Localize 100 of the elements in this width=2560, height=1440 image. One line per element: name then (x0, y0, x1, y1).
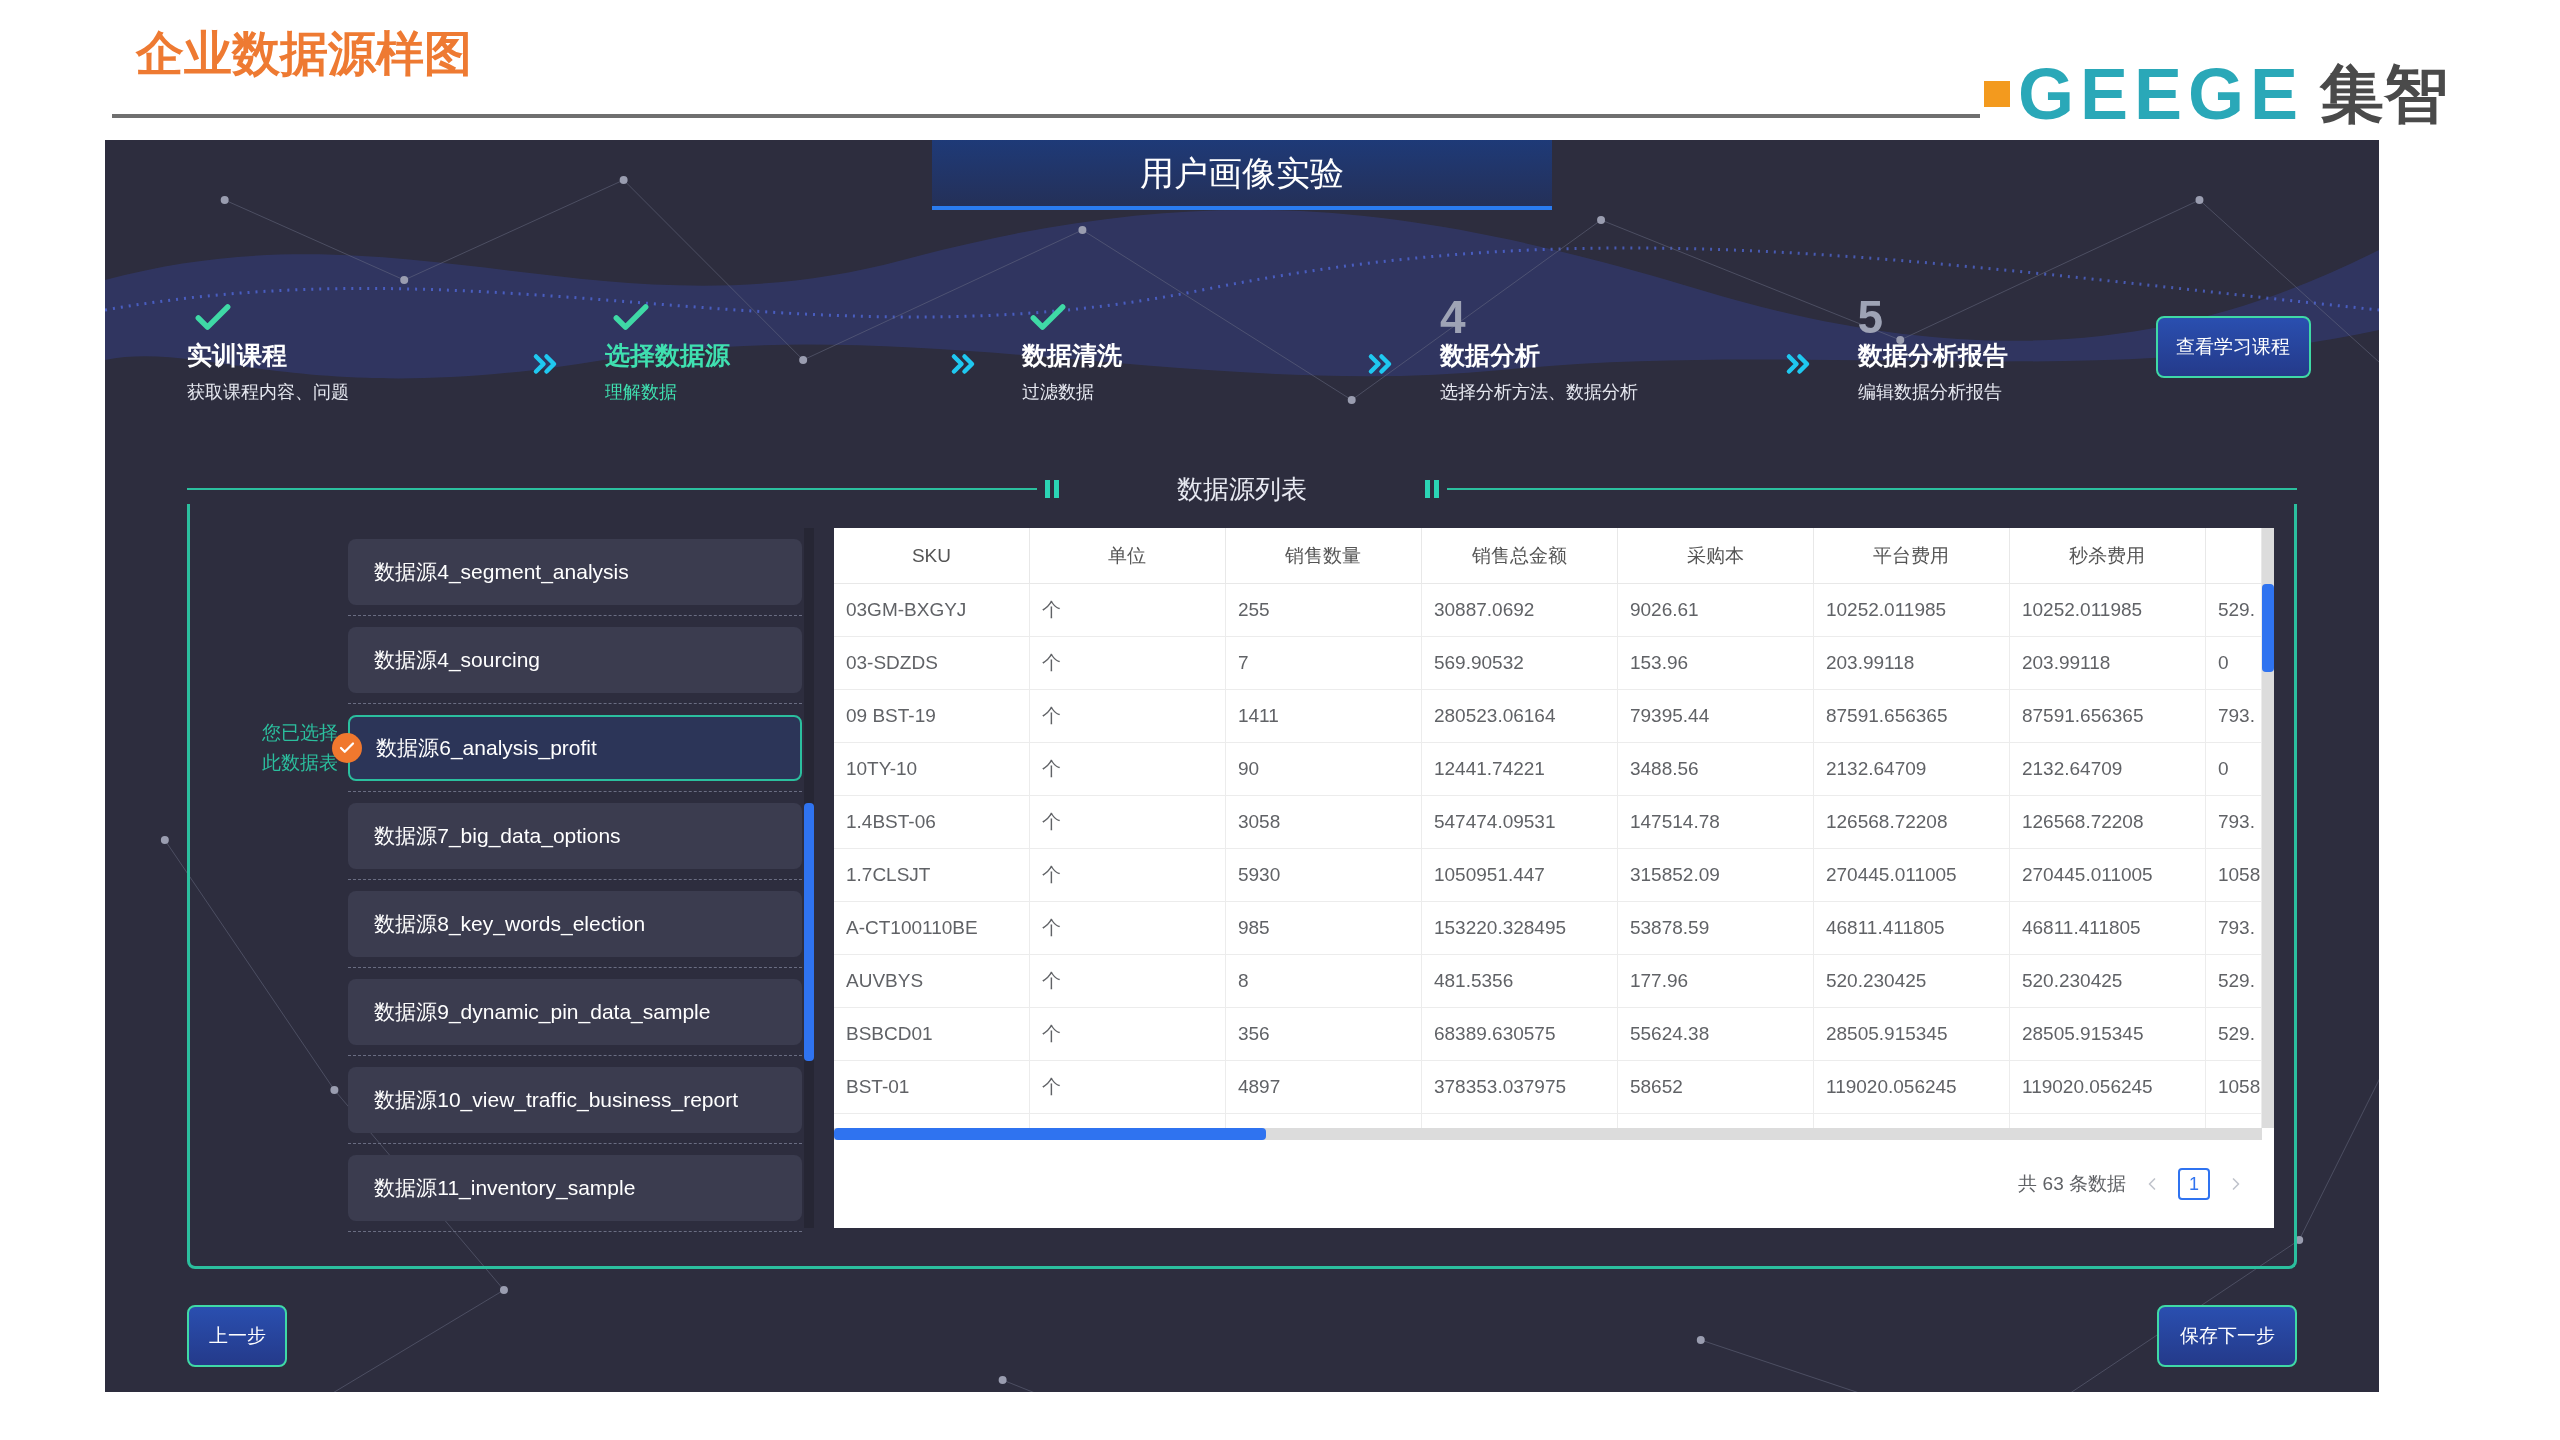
table-cell-text: 3488.56 (1630, 757, 1699, 781)
table-cell-text: 55624.38 (1630, 1022, 1710, 1046)
table-cell-text: 1058 (2218, 1075, 2261, 1099)
step-subtitle: 选择分析方法、数据分析 (1439, 381, 1639, 405)
logo-mark-icon (1983, 81, 2010, 107)
previous-button[interactable]: 上一步 (187, 1305, 287, 1368)
table-cell-text: 46811.411805 (1826, 916, 1945, 940)
table-cell-text: 90 (1238, 757, 1260, 781)
column-header: SKU (911, 543, 951, 568)
column-header: 销售数量 (1285, 543, 1362, 568)
table-cell-text: 个 (1042, 704, 1061, 728)
table-cell-text: 1.7CLSJT (846, 863, 931, 887)
table-cell-text: 529. (2218, 598, 2255, 622)
table-cell-text: 0 (2218, 651, 2229, 675)
table-cell-text: 28505.915345 (1826, 1022, 1948, 1046)
column-header: 平台费用 (1873, 543, 1950, 568)
step-subtitle: 编辑数据分析报告 (1857, 381, 2003, 405)
table-cell-text: 119020.056245 (2022, 1075, 2153, 1099)
table-cell-text: 153.96 (1630, 651, 1689, 675)
table-cell-text: 个 (1042, 1022, 1061, 1046)
table-cell-text: 255 (1238, 598, 1270, 622)
table-cell-text: 个 (1042, 757, 1061, 781)
table-cell-text: 315852.09 (1630, 863, 1720, 887)
table-cell-text: 个 (1042, 916, 1061, 940)
logo-text: GEEGE (2017, 58, 2304, 130)
step-title[interactable]: 选择数据源 (604, 340, 903, 372)
table-cell-text: 147514.78 (1630, 810, 1720, 834)
step-subtitle: 获取课程内容、问题 (187, 381, 350, 405)
table-cell-text: 个 (1042, 810, 1061, 834)
table-cell-text: 1050951.447 (1434, 863, 1545, 887)
table-cell-text: 58652 (1630, 1075, 1683, 1099)
step-title[interactable]: 实训课程 (187, 340, 486, 372)
page-title: 企业数据源样图 (136, 30, 473, 78)
table-cell-text: 1058 (2218, 863, 2261, 887)
step-number: 5 (1857, 294, 1884, 340)
data-source-item[interactable]: 数据源10_view_traffic_business_report (348, 1066, 803, 1133)
table-cell-text: 87591.656365 (2022, 704, 2144, 728)
step-title[interactable]: 数据分析 (1439, 340, 1739, 372)
table-cell-text: 5930 (1238, 863, 1281, 887)
table-cell-text: 0 (2218, 757, 2229, 781)
table-cell-text: 153220.328495 (1434, 916, 1567, 940)
table-cell-text: 12441.74221 (1434, 757, 1545, 781)
table-cell-text: 203.99118 (2022, 651, 2111, 675)
table-cell-text: 203.99118 (1826, 651, 1915, 675)
table-cell-text: 03GM-BXGYJ (846, 598, 967, 622)
table-cell-text: 10252.011985 (2022, 598, 2143, 622)
table-cell-text: BSBCD01 (846, 1022, 933, 1046)
table-cell-text: 个 (1042, 598, 1061, 622)
table-cell-text: 481.5356 (1434, 969, 1514, 993)
table-cell-text: 个 (1042, 863, 1061, 887)
table-cell-text: 03-SDZDS (846, 651, 938, 675)
table-cell-text: 10TY-10 (846, 757, 918, 781)
table-cell-text: 270445.011005 (1826, 863, 1957, 887)
column-header: 采购本 (1687, 543, 1744, 568)
table-cell-text: 28505.915345 (2022, 1022, 2144, 1046)
data-source-item[interactable]: 数据源6_analysis_profit (348, 714, 803, 781)
table-cell-text: 1411 (1238, 704, 1279, 728)
table-cell-text: 8 (1238, 969, 1249, 993)
table-cell-text: 793. (2218, 704, 2255, 728)
table-cell-text: 53878.59 (1630, 916, 1710, 940)
table-cell-text: 529. (2218, 969, 2255, 993)
table-cell-text: 7 (1238, 651, 1249, 675)
table-cell-text: 378353.037975 (1434, 1075, 1567, 1099)
bars-icon (1045, 480, 1059, 499)
table-cell-text: 10252.011985 (1826, 598, 1947, 622)
step-subtitle: 过滤数据 (1022, 381, 1096, 405)
data-source-item[interactable]: 数据源4_segment_analysis (348, 538, 803, 605)
data-source-item[interactable]: 数据源4_sourcing (348, 626, 803, 693)
step-title[interactable]: 数据分析报告 (1857, 340, 2156, 372)
column-header: 销售总金额 (1472, 543, 1567, 568)
horizontal-scrollbar[interactable] (834, 1128, 2262, 1141)
table-cell-text: BST-01 (846, 1075, 910, 1099)
table-cell-text: 个 (1042, 1075, 1061, 1099)
table-cell-text: 547474.09531 (1434, 810, 1556, 834)
table-cell-text: 09 BST-19 (846, 704, 936, 728)
step-title[interactable]: 数据清洗 (1022, 340, 1321, 372)
data-source-item[interactable]: 数据源9_dynamic_pin_data_sample (348, 978, 803, 1045)
app-title: 用户画像实验 (1140, 152, 1344, 194)
table-cell-text: 985 (1238, 916, 1270, 940)
table-cell-text: 9026.61 (1630, 598, 1699, 622)
page-number[interactable]: 1 (2178, 1168, 2210, 1201)
table-cell-text: 2132.64709 (1826, 757, 1927, 781)
data-source-item[interactable]: 数据源11_inventory_sample (348, 1154, 803, 1221)
table-cell-text: 46811.411805 (2022, 916, 2141, 940)
table-cell-text: 3058 (1238, 810, 1281, 834)
step-number: 4 (1439, 294, 1466, 340)
list-scrollbar[interactable] (804, 528, 814, 1229)
table-cell-text: 4897 (1238, 1075, 1281, 1099)
bars-icon (1425, 480, 1439, 499)
table-cell-text: 126568.72208 (2022, 810, 2144, 834)
table-cell-text: A-CT100110BE (846, 916, 978, 940)
save-next-button[interactable]: 保存下一步 (2157, 1305, 2297, 1368)
course-button[interactable]: 查看学习课程 (2155, 316, 2311, 378)
total-count: 共 63 条数据 (2018, 1172, 2126, 1196)
data-source-item[interactable]: 数据源7_big_data_options (348, 802, 803, 869)
table-cell-text: 79395.44 (1630, 704, 1710, 728)
table-cell-text: AUVBYS (846, 969, 924, 993)
table-cell-text: 68389.630575 (1434, 1022, 1556, 1046)
logo-suffix: 集智 (2320, 62, 2448, 126)
data-source-item[interactable]: 数据源8_key_words_election (348, 890, 803, 957)
